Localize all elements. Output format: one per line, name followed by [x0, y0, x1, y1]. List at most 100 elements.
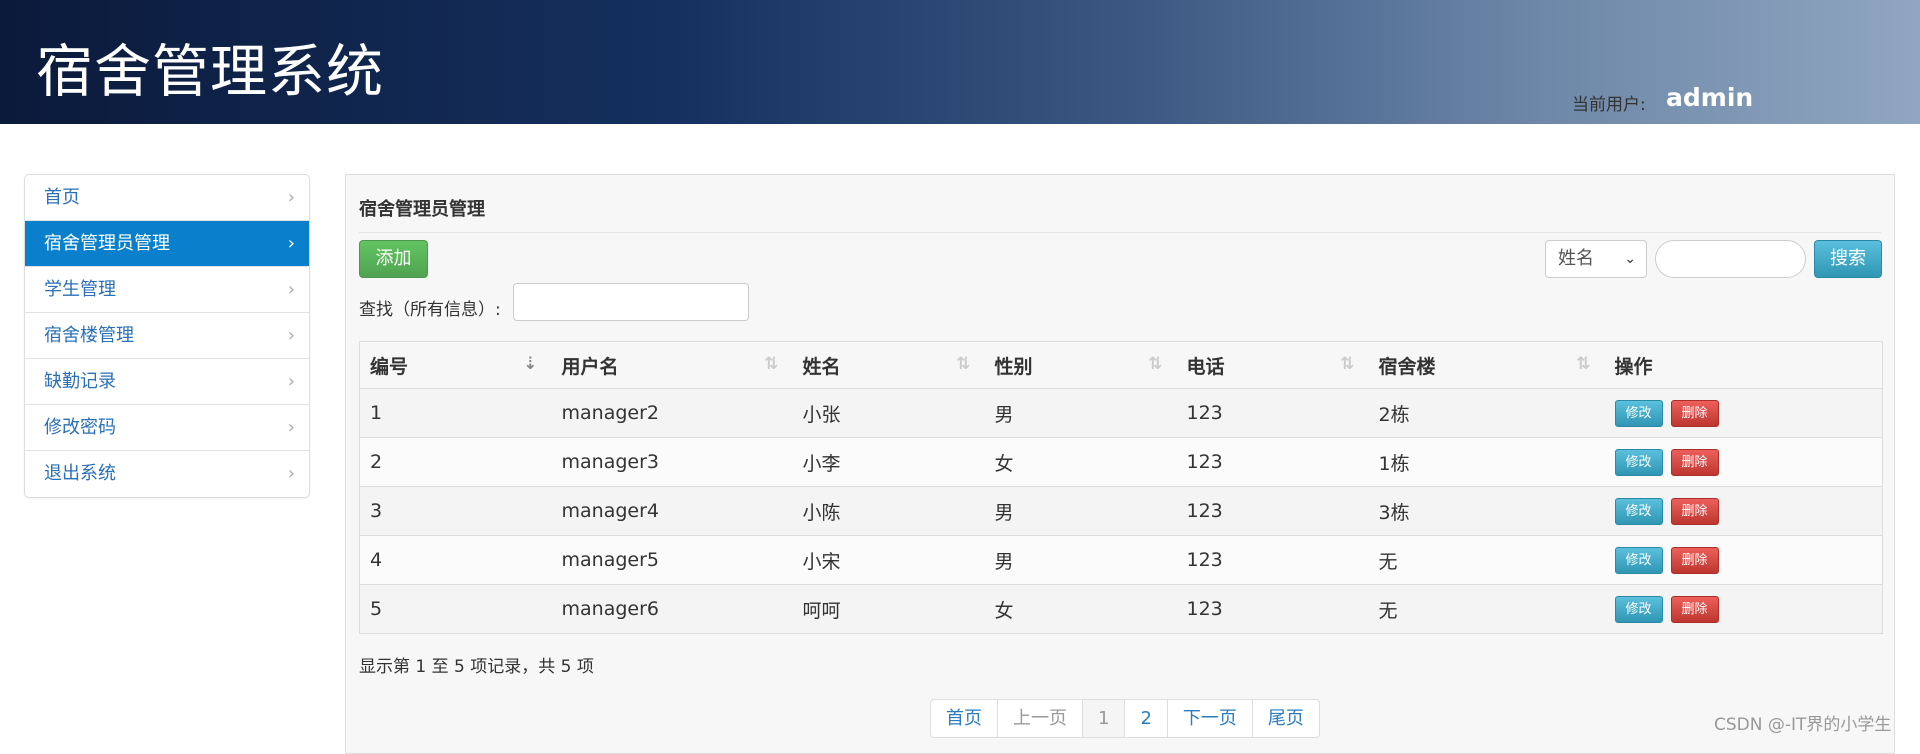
pagination: 首页 上一页 1 2 下一页 尾页: [930, 699, 1320, 738]
column-header-username[interactable]: 用户名 ⇅: [551, 341, 793, 389]
sidebar-item-label: 宿舍楼管理: [44, 325, 134, 346]
sidebar-item-password[interactable]: 修改密码 ›: [25, 405, 309, 451]
page-first[interactable]: 首页: [931, 700, 997, 737]
chevron-right-icon: ›: [287, 417, 295, 438]
cell-username: manager3: [551, 437, 793, 487]
delete-button[interactable]: 删除: [1670, 497, 1719, 525]
delete-button[interactable]: 删除: [1670, 448, 1719, 476]
page-last[interactable]: 尾页: [1251, 700, 1319, 737]
sort-icon[interactable]: ⇅: [956, 354, 970, 374]
table-info: 显示第 1 至 5 项记录，共 5 项: [359, 657, 594, 677]
column-header-phone[interactable]: 电话 ⇅: [1176, 341, 1369, 389]
chevron-right-icon: ›: [287, 463, 295, 484]
cell-gender: 男: [984, 388, 1177, 438]
page-number[interactable]: 1: [1082, 700, 1125, 737]
search-input[interactable]: [1655, 240, 1806, 278]
sort-icon[interactable]: ⇅: [1576, 354, 1590, 374]
cell-phone: 123: [1176, 437, 1369, 487]
search-button[interactable]: 搜索: [1814, 240, 1882, 278]
cell-id: 4: [359, 535, 552, 585]
watermark: CSDN @-IT界的小学生: [1714, 715, 1892, 735]
page-next[interactable]: 下一页: [1166, 700, 1252, 737]
managers-table: 编号 ⇣ 用户名 ⇅ 姓名 ⇅ 性别 ⇅ 电话 ⇅ 宿舍楼 ⇅ 操作 1 manager2 …: [359, 341, 1883, 634]
cell-gender: 女: [984, 437, 1177, 487]
sidebar-item-label: 缺勤记录: [44, 371, 116, 392]
cell-username: manager4: [551, 486, 793, 536]
find-label: 查找（所有信息）:: [359, 300, 501, 320]
cell-gender: 男: [984, 535, 1177, 585]
chevron-down-icon: ⌄: [1624, 251, 1636, 267]
chevron-right-icon: ›: [287, 233, 295, 254]
delete-button[interactable]: 删除: [1670, 546, 1719, 574]
cell-phone: 123: [1176, 486, 1369, 536]
sidebar-item-home[interactable]: 首页 ›: [25, 175, 309, 221]
delete-button[interactable]: 删除: [1670, 595, 1719, 623]
page-prev[interactable]: 上一页: [997, 700, 1082, 737]
cell-building: 无: [1368, 584, 1605, 634]
table-row: 4 manager5 小宋 男 123 无 修改 删除: [359, 535, 1883, 585]
sort-icon[interactable]: ⇅: [764, 354, 778, 374]
cell-name: 小李: [792, 437, 985, 487]
cell-actions: 修改 删除: [1604, 437, 1883, 487]
cell-actions: 修改 删除: [1604, 486, 1883, 536]
cell-id: 1: [359, 388, 552, 438]
cell-building: 2栋: [1368, 388, 1605, 438]
cell-name: 呵呵: [792, 584, 985, 634]
cell-actions: 修改 删除: [1604, 535, 1883, 585]
sidebar-item-logout[interactable]: 退出系统 ›: [25, 451, 309, 497]
sidebar-item-label: 修改密码: [44, 417, 116, 438]
table-row: 3 manager4 小陈 男 123 3栋 修改 删除: [359, 486, 1883, 536]
column-header-gender[interactable]: 性别 ⇅: [984, 341, 1177, 389]
search-field-select[interactable]: 姓名 ⌄: [1545, 240, 1647, 278]
sort-icon[interactable]: ⇅: [1340, 354, 1354, 374]
cell-name: 小陈: [792, 486, 985, 536]
panel-title: 宿舍管理员管理: [359, 199, 485, 220]
header-banner: 宿舍管理系统 当前用户: admin: [0, 0, 1920, 124]
cell-username: manager6: [551, 584, 793, 634]
cell-id: 2: [359, 437, 552, 487]
cell-building: 1栋: [1368, 437, 1605, 487]
divider: [359, 232, 1881, 233]
cell-building: 3栋: [1368, 486, 1605, 536]
column-header-actions: 操作: [1604, 341, 1883, 389]
main-panel: 宿舍管理员管理 添加 姓名 ⌄ 搜索 查找（所有信息）: 编号 ⇣ 用户名 ⇅ 姓名…: [345, 174, 1895, 754]
edit-button[interactable]: 修改: [1614, 448, 1663, 476]
chevron-right-icon: ›: [287, 279, 295, 300]
cell-id: 3: [359, 486, 552, 536]
sidebar-item-label: 学生管理: [44, 279, 116, 300]
sidebar-nav: 首页 › 宿舍管理员管理 › 学生管理 › 宿舍楼管理 › 缺勤记录 › 修改密…: [24, 174, 310, 498]
sidebar-item-absence[interactable]: 缺勤记录 ›: [25, 359, 309, 405]
table-row: 5 manager6 呵呵 女 123 无 修改 删除: [359, 584, 1883, 634]
delete-button[interactable]: 删除: [1670, 399, 1719, 427]
edit-button[interactable]: 修改: [1614, 497, 1663, 525]
cell-phone: 123: [1176, 584, 1369, 634]
cell-actions: 修改 删除: [1604, 584, 1883, 634]
sidebar-item-buildings[interactable]: 宿舍楼管理 ›: [25, 313, 309, 359]
current-user-name: admin: [1666, 83, 1754, 112]
cell-name: 小张: [792, 388, 985, 438]
add-button[interactable]: 添加: [359, 240, 428, 278]
edit-button[interactable]: 修改: [1614, 546, 1663, 574]
table-row: 1 manager2 小张 男 123 2栋 修改 删除: [359, 388, 1883, 438]
find-input[interactable]: [513, 283, 749, 321]
sort-icon[interactable]: ⇅: [1148, 354, 1162, 374]
edit-button[interactable]: 修改: [1614, 399, 1663, 427]
chevron-right-icon: ›: [287, 325, 295, 346]
page-number[interactable]: 2: [1124, 700, 1166, 737]
cell-username: manager2: [551, 388, 793, 438]
app-title: 宿舍管理系统: [36, 39, 384, 105]
sidebar-item-students[interactable]: 学生管理 ›: [25, 267, 309, 313]
cell-phone: 123: [1176, 388, 1369, 438]
current-user-label: 当前用户:: [1572, 95, 1646, 115]
cell-gender: 女: [984, 584, 1177, 634]
column-header-name[interactable]: 姓名 ⇅: [792, 341, 985, 389]
sort-asc-icon[interactable]: ⇣: [523, 354, 537, 374]
chevron-right-icon: ›: [287, 187, 295, 208]
table-row: 2 manager3 小李 女 123 1栋 修改 删除: [359, 437, 1883, 487]
edit-button[interactable]: 修改: [1614, 595, 1663, 623]
sidebar-item-dorm-admin[interactable]: 宿舍管理员管理 ›: [25, 221, 309, 267]
column-header-id[interactable]: 编号 ⇣: [359, 341, 552, 389]
cell-id: 5: [359, 584, 552, 634]
column-header-building[interactable]: 宿舍楼 ⇅: [1368, 341, 1605, 389]
table-header-row: 编号 ⇣ 用户名 ⇅ 姓名 ⇅ 性别 ⇅ 电话 ⇅ 宿舍楼 ⇅ 操作: [359, 341, 1883, 389]
